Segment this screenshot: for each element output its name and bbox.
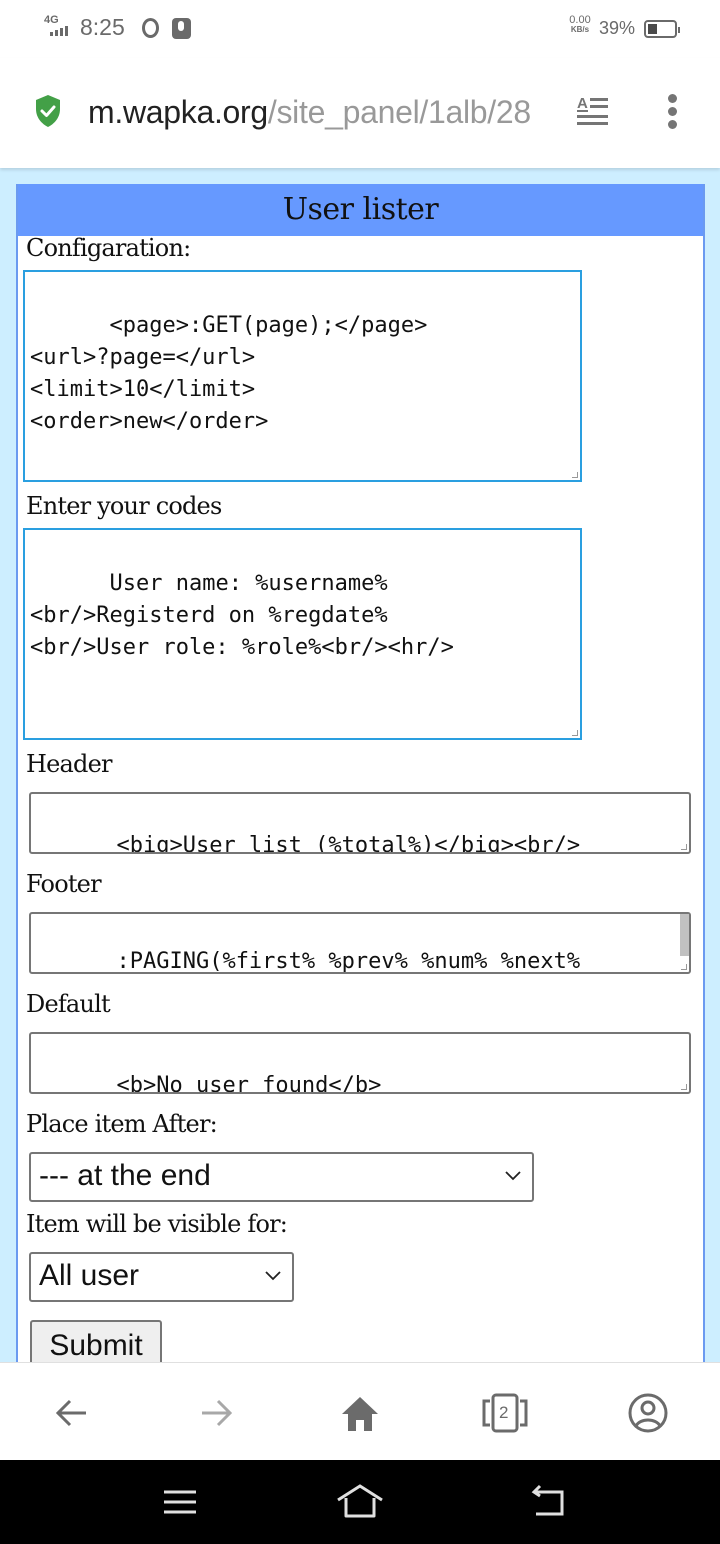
opera-icon: [142, 18, 159, 38]
footer-label: Footer: [26, 870, 102, 898]
status-bar: 4G 8:25 0.00 KB/s 39%: [0, 0, 720, 58]
header-textarea[interactable]: <big>User list (%total%)</big><br/>: [29, 792, 691, 854]
submit-button[interactable]: Submit: [30, 1320, 162, 1362]
visibility-selected: All user: [39, 1259, 140, 1292]
chevron-down-icon: [505, 1171, 521, 1181]
speed-value: 0.00: [569, 14, 591, 26]
network-type: 4G: [44, 14, 59, 26]
tabs-button[interactable]: 2: [480, 1393, 530, 1433]
place-after-selected: --- at the end: [39, 1159, 211, 1192]
page-content: User lister Configaration: <page>:GET(pa…: [0, 168, 720, 1362]
more-vert-icon[interactable]: [664, 94, 680, 130]
visibility-select[interactable]: All user: [29, 1252, 294, 1302]
resize-handle[interactable]: [681, 1084, 687, 1090]
account-icon[interactable]: [628, 1393, 668, 1433]
reader-mode-icon[interactable]: A: [576, 94, 610, 130]
system-home-icon[interactable]: [336, 1484, 384, 1520]
visibility-label: Item will be visible for:: [26, 1210, 288, 1238]
configuration-textarea[interactable]: <page>:GET(page);</page> <url>?page=</ur…: [23, 270, 582, 482]
footer-value: :PAGING(%first% %prev% %num% %next% %las…: [116, 949, 581, 974]
microphone-icon: [172, 18, 191, 39]
network-speed: 0.00 KB/s: [566, 15, 594, 35]
codes-textarea[interactable]: User name: %username% <br/>Registerd on …: [23, 528, 582, 740]
configuration-label: Configaration:: [26, 234, 191, 262]
codes-label: Enter your codes: [26, 492, 222, 520]
header-label: Header: [26, 750, 112, 778]
user-lister-panel: User lister Configaration: <page>:GET(pa…: [16, 184, 705, 1362]
battery-percent: 39%: [599, 18, 636, 38]
resize-handle[interactable]: [572, 730, 578, 736]
address-bar[interactable]: m.wapka.org/site_panel/1alb/28: [88, 94, 554, 131]
url-path: /site_panel/1alb/28: [267, 94, 531, 130]
tabs-count: 2: [499, 1403, 509, 1422]
default-textarea[interactable]: <b>No user found</b>: [29, 1032, 691, 1094]
default-label: Default: [26, 990, 111, 1018]
configuration-value: <page>:GET(page);</page> <url>?page=</ur…: [30, 313, 428, 434]
scrollbar-thumb[interactable]: [680, 914, 689, 956]
browser-bottom-nav: 2: [0, 1362, 720, 1460]
codes-value: User name: %username% <br/>Registerd on …: [30, 571, 454, 660]
speed-unit: KB/s: [570, 25, 590, 34]
forward-arrow-icon[interactable]: [196, 1393, 236, 1433]
panel-title: User lister: [18, 184, 703, 236]
battery-icon: [644, 20, 680, 38]
browser-toolbar: m.wapka.org/site_panel/1alb/28 A: [0, 58, 720, 168]
back-arrow-icon[interactable]: [52, 1393, 92, 1433]
battery-fill: [648, 24, 658, 34]
place-after-select[interactable]: --- at the end: [29, 1152, 534, 1202]
system-back-icon[interactable]: [530, 1484, 570, 1520]
home-icon[interactable]: [340, 1393, 380, 1433]
chevron-down-icon: [265, 1271, 281, 1281]
signal-icon: 4G: [42, 14, 76, 40]
footer-textarea[interactable]: :PAGING(%first% %prev% %num% %next% %las…: [29, 912, 691, 974]
place-after-label: Place item After:: [26, 1110, 218, 1138]
header-value: <big>User list (%total%)</big><br/>: [116, 833, 581, 854]
shield-check-icon[interactable]: [34, 94, 62, 128]
resize-handle[interactable]: [572, 472, 578, 478]
default-value: <b>No user found</b>: [116, 1073, 382, 1094]
url-host: m.wapka.org: [88, 94, 268, 130]
recent-apps-icon[interactable]: [160, 1484, 200, 1520]
svg-text:A: A: [577, 95, 588, 112]
clock: 8:25: [80, 14, 125, 40]
system-nav-bar: [0, 1460, 720, 1544]
resize-handle[interactable]: [681, 844, 687, 850]
resize-handle[interactable]: [681, 964, 687, 970]
